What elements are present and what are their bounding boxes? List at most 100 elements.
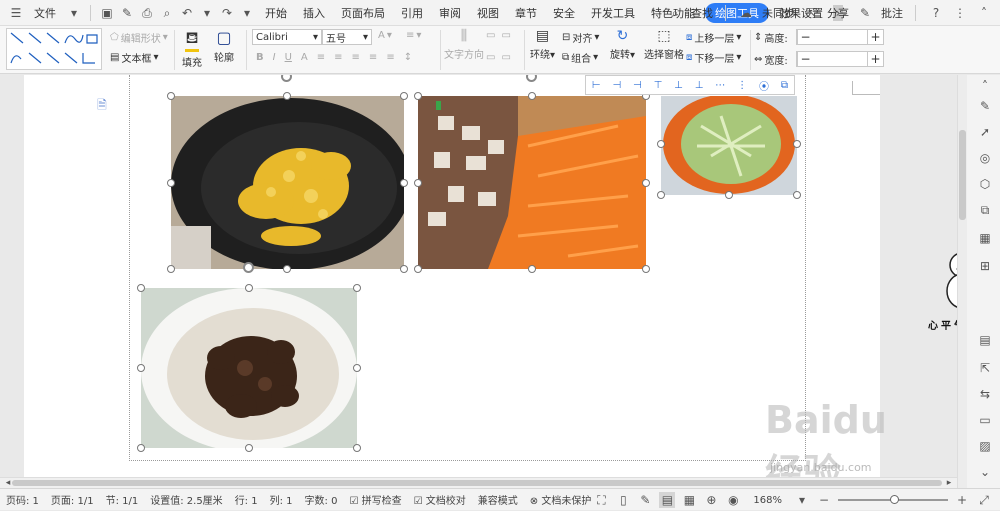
distribute-icon[interactable]: ≡ (386, 52, 394, 63)
soaked-mushroom-bowl-photo[interactable] (141, 288, 357, 448)
textbox-button[interactable]: ▤ 文本框 ▾ (110, 50, 158, 65)
align-button[interactable]: ⊟ 对齐 ▾ (562, 30, 599, 45)
share-button[interactable]: 分享 (827, 5, 849, 21)
location-icon[interactable]: ◎ (978, 151, 992, 165)
zoom-dropdown-icon[interactable]: ▾ (794, 492, 810, 508)
zoom-out-icon[interactable]: − (816, 492, 832, 508)
text-break-icon[interactable]: ▭ (486, 52, 495, 63)
height-increment-button[interactable]: + (867, 30, 883, 44)
resize-handle[interactable] (657, 140, 665, 148)
tab-security[interactable]: 安全 (547, 3, 581, 23)
zoom-slider-knob[interactable] (890, 495, 899, 504)
undo-dropdown-icon[interactable]: ▾ (199, 5, 215, 21)
tab-home[interactable]: 开始 (259, 3, 293, 23)
align-center-icon[interactable]: ≡ (334, 52, 342, 63)
resize-handle[interactable] (793, 191, 801, 199)
resize-handle[interactable] (793, 140, 801, 148)
resize-handle[interactable] (245, 444, 253, 452)
sync-icon[interactable]: ⇆ (978, 387, 992, 401)
page-view-icon[interactable]: ▤ (659, 492, 676, 508)
resize-handle[interactable] (642, 179, 650, 187)
table-icon[interactable]: ▦ (978, 231, 992, 245)
undo-icon[interactable]: ↶ (179, 5, 195, 21)
document-area[interactable]: 🗎 Baidu经验 jingyan.baidu.com (0, 75, 957, 477)
height-input[interactable] (813, 30, 867, 44)
eye-protect-icon[interactable]: ◉ (725, 492, 741, 508)
group-button[interactable]: ⧉ 组合 ▾ (562, 50, 598, 65)
format-painter-icon[interactable]: ✎ (119, 5, 135, 21)
text-fit-icon[interactable]: ▭ (486, 30, 495, 41)
tab-review[interactable]: 审阅 (433, 3, 467, 23)
resize-handle[interactable] (353, 364, 361, 372)
resize-handle[interactable] (414, 265, 422, 273)
cursor-icon[interactable]: ➚ (978, 125, 992, 139)
shape-gallery[interactable] (6, 28, 102, 70)
chevron-down-icon[interactable]: ▾ (66, 5, 82, 21)
resize-handle[interactable] (528, 265, 536, 273)
redo-dropdown-icon[interactable]: ▾ (239, 5, 255, 21)
resize-handle[interactable] (400, 92, 408, 100)
resize-handle[interactable] (167, 179, 175, 187)
fit-page-icon[interactable]: ⤢ (976, 492, 992, 508)
fill-button[interactable]: ⛾ 填充 (182, 28, 202, 69)
text-effects-button[interactable]: ≡ ▾ (406, 30, 421, 41)
rotate-button[interactable]: ↻ 旋转▾ (610, 28, 635, 61)
bring-forward-button[interactable]: ⧈ 上移一层 ▾ (686, 30, 741, 45)
distribute-horizontal-icon[interactable]: ⋯ (715, 80, 725, 91)
width-input[interactable] (813, 52, 867, 66)
text-link-icon[interactable]: ▭ (501, 30, 510, 41)
status-pages[interactable]: 页面: 1/1 (45, 492, 100, 507)
resize-handle[interactable] (400, 265, 408, 273)
image-icon[interactable]: ▨ (978, 439, 992, 453)
read-mode-icon[interactable]: ▯ (615, 492, 631, 508)
save-icon[interactable]: ▣ (99, 5, 115, 21)
bold-icon[interactable]: B (256, 52, 264, 63)
pen-icon[interactable]: ✎ (978, 99, 992, 113)
height-spinner[interactable]: − + (796, 29, 884, 45)
resize-handle[interactable] (725, 191, 733, 199)
status-section[interactable]: 节: 1/1 (100, 492, 145, 507)
align-left-icon[interactable]: ⊢ (592, 80, 601, 91)
width-decrement-button[interactable]: − (797, 52, 813, 66)
vertical-scrollbar[interactable] (958, 75, 967, 488)
vertical-scroll-thumb[interactable] (959, 130, 966, 220)
document-proof-button[interactable]: ☑ 文档校对 (408, 492, 472, 507)
resize-handle[interactable] (167, 265, 175, 273)
width-spinner[interactable]: − + (796, 51, 884, 67)
status-row[interactable]: 行: 1 (229, 492, 264, 507)
zoom-in-icon[interactable]: + (954, 492, 970, 508)
comment-button[interactable]: 批注 (881, 5, 903, 21)
resize-handle[interactable] (167, 92, 175, 100)
print-preview-icon[interactable]: ⌕ (159, 5, 175, 21)
protection-button[interactable]: ⊗ 文档未保护 (524, 492, 598, 507)
resize-handle[interactable] (528, 92, 536, 100)
export-icon[interactable]: ⇱ (978, 361, 992, 375)
underline-icon[interactable]: U (285, 52, 292, 63)
justify-icon[interactable]: ≡ (369, 52, 377, 63)
text-direction-button[interactable]: ⫼ 文字方向 (444, 28, 484, 61)
status-page[interactable]: 页码: 1 (0, 492, 45, 507)
resize-handle[interactable] (414, 92, 422, 100)
tab-developer[interactable]: 开发工具 (585, 3, 641, 23)
print-icon[interactable]: ⎙ (139, 5, 155, 21)
height-decrement-button[interactable]: − (797, 30, 813, 44)
fullscreen-icon[interactable]: ⛶ (593, 492, 609, 508)
edit-shape-button[interactable]: ⬠ 编辑形状 ▾ (110, 30, 168, 45)
align-right-icon[interactable]: ⊣ (633, 80, 642, 91)
sync-status-button[interactable]: 未同步 (762, 5, 795, 21)
resize-handle[interactable] (353, 284, 361, 292)
document-page[interactable]: 🗎 Baidu经验 jingyan.baidu.com (24, 75, 887, 477)
resize-handle[interactable] (414, 179, 422, 187)
file-menu[interactable]: 文件 (28, 3, 62, 23)
shapes-icon[interactable]: ⬡ (978, 177, 992, 191)
status-word-count[interactable]: 字数: 0 (299, 492, 344, 507)
line-spacing-icon[interactable]: ↕ (404, 52, 412, 63)
resize-handle[interactable] (137, 284, 145, 292)
rotate-handle-icon[interactable] (243, 262, 254, 273)
line-shapes-icon[interactable] (7, 29, 101, 69)
outline-view-icon[interactable]: ▦ (681, 492, 697, 508)
text-box-icon[interactable]: ▭ (501, 52, 510, 63)
tab-view[interactable]: 视图 (471, 3, 505, 23)
write-mode-icon[interactable]: ✎ (637, 492, 653, 508)
scrambled-eggs-pan-photo[interactable] (171, 96, 404, 269)
